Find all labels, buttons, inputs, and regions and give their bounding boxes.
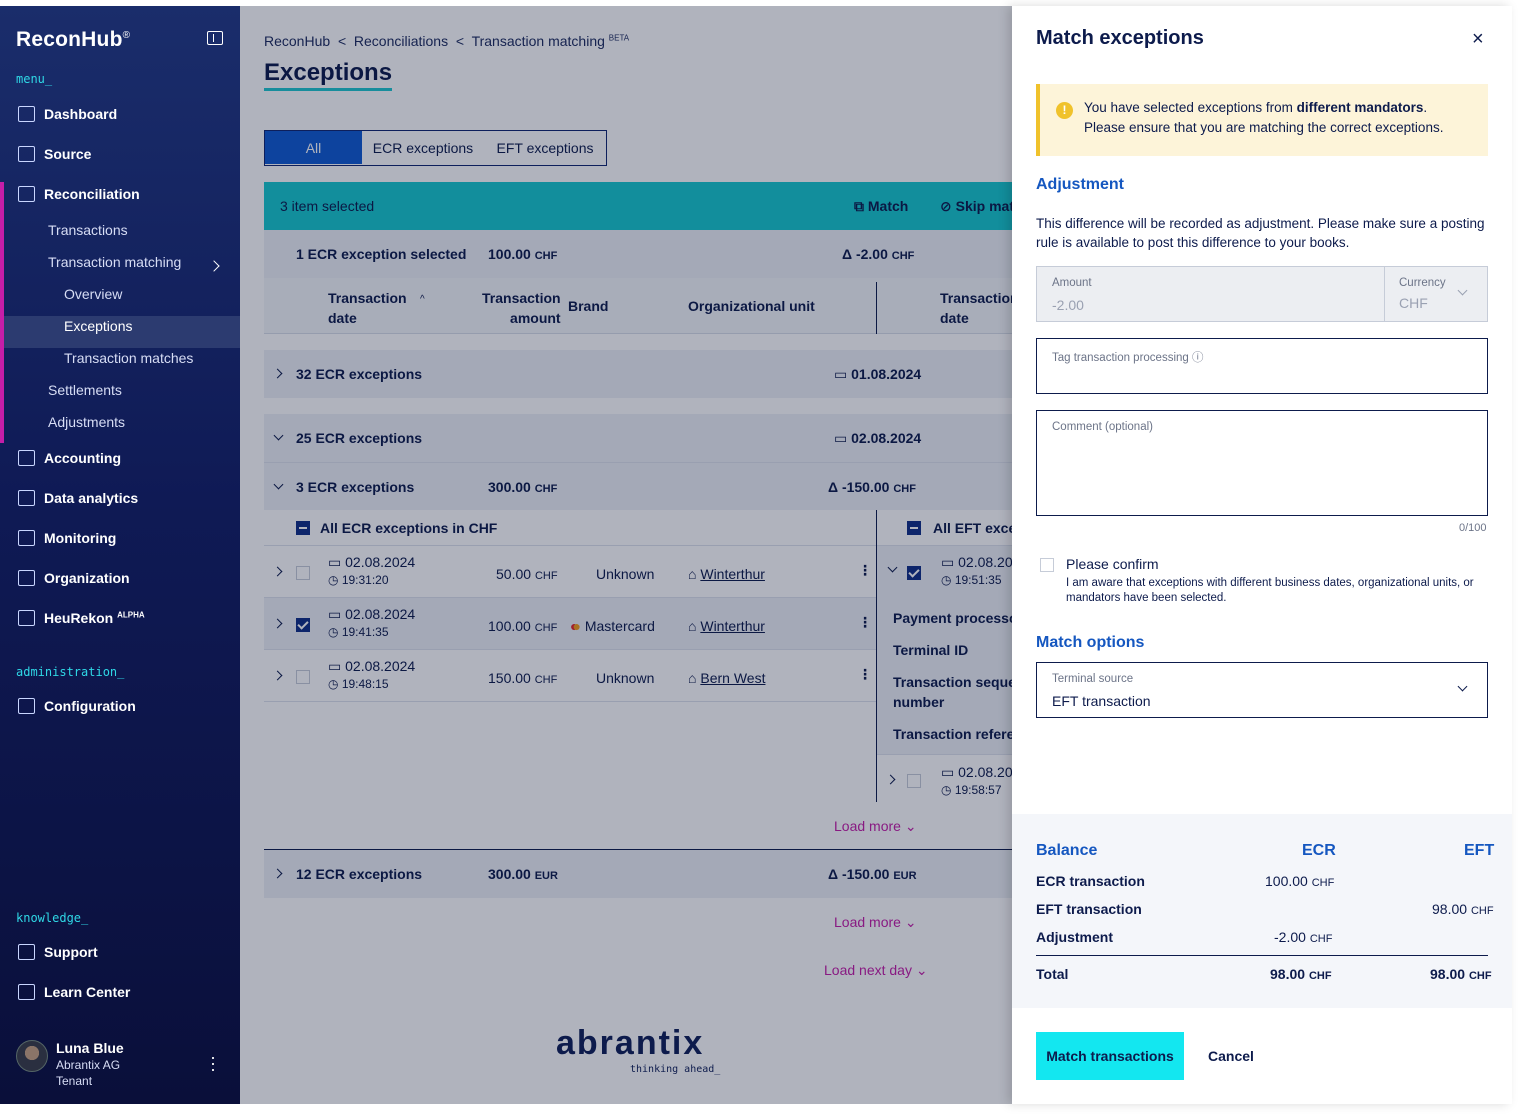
nav-support[interactable]: Support (0, 935, 240, 969)
brand-tagline: thinking ahead_ (630, 1064, 721, 1075)
learn-icon (18, 984, 35, 1000)
nav-transaction-matching[interactable]: Transaction matching (48, 247, 181, 277)
app-logo[interactable]: ReconHub® (16, 28, 130, 52)
nav-dashboard[interactable]: Dashboard (0, 97, 240, 131)
balance-section: Balance ECR EFT ECR transaction 100.00 C… (1012, 814, 1512, 1008)
comment-counter: 0/100 (1459, 522, 1487, 534)
match-options-heading: Match options (1036, 634, 1145, 651)
support-icon (18, 944, 35, 960)
section-label-knowledge: knowledge_ (16, 911, 89, 925)
confirm-title: Please confirm (1066, 556, 1159, 572)
warning-banner: ! You have selected exceptions from diff… (1036, 84, 1488, 156)
user-profile[interactable]: Luna Blue Abrantix AG Tenant (16, 1040, 124, 1088)
adjustment-heading: Adjustment (1036, 176, 1124, 193)
confirm-text: I am aware that exceptions with differen… (1066, 577, 1474, 604)
section-label-menu: menu_ (16, 72, 53, 86)
match-exceptions-panel: Match exceptions × ! You have selected e… (1012, 6, 1512, 1104)
config-icon (18, 698, 35, 714)
org-tree-icon (18, 570, 35, 586)
source-icon (18, 146, 35, 162)
chevron-right-icon (208, 260, 220, 272)
tag-transaction-processing-field[interactable]: Tag transaction processing ⓘ (1036, 338, 1488, 394)
nav-adjustments[interactable]: Adjustments (48, 407, 125, 437)
user-role: Tenant (56, 1074, 93, 1088)
user-org: Abrantix AG (56, 1058, 121, 1072)
main-content: ReconHub < Reconciliations < Transaction… (240, 6, 1012, 1104)
panel-title: Match exceptions (1036, 27, 1204, 49)
reconciliation-icon (18, 186, 35, 202)
cancel-button[interactable]: Cancel (1208, 1048, 1254, 1064)
nav-transaction-matches[interactable]: Transaction matches (64, 343, 193, 373)
avatar (16, 1040, 48, 1072)
nav-transactions[interactable]: Transactions (48, 215, 128, 245)
nav-overview[interactable]: Overview (64, 279, 122, 309)
match-transactions-button[interactable]: Match transactions (1036, 1032, 1184, 1080)
nav-data-analytics[interactable]: Data analytics (0, 481, 240, 515)
chart-icon (18, 490, 35, 506)
nav-accounting[interactable]: Accounting (0, 441, 240, 475)
nav-reconciliation[interactable]: Reconciliation (0, 177, 240, 211)
amount-field: Amount -2.00 Currency CHF (1036, 266, 1488, 322)
section-label-administration: administration_ (16, 665, 125, 679)
confirm-checkbox[interactable] (1040, 558, 1054, 572)
nav-heurekon[interactable]: HeuRekon ALPHA (0, 601, 240, 635)
terminal-source-select[interactable]: Terminal source EFT transaction (1036, 662, 1488, 718)
active-section-indicator (0, 182, 4, 443)
brand-logo: abrantix (556, 1024, 705, 1062)
collapse-sidebar-icon[interactable] (207, 31, 223, 45)
nav-configuration[interactable]: Configuration (0, 689, 240, 723)
close-icon[interactable]: × (1472, 28, 1484, 51)
warning-icon: ! (1056, 102, 1073, 119)
monitor-icon (18, 530, 35, 546)
chevron-down-icon (1457, 285, 1468, 296)
nav-source[interactable]: Source (0, 137, 240, 171)
user-name: Luna Blue (56, 1040, 124, 1056)
dashboard-icon (18, 106, 35, 122)
chat-icon (18, 610, 35, 626)
nav-organization[interactable]: Organization (0, 561, 240, 595)
chevron-down-icon (1457, 681, 1468, 692)
comment-field[interactable]: Comment (optional) (1036, 410, 1488, 516)
user-menu-icon[interactable]: · · · (210, 1048, 216, 1078)
adjustment-description: This difference will be recorded as adju… (1036, 216, 1485, 250)
nav-monitoring[interactable]: Monitoring (0, 521, 240, 555)
nav-learn-center[interactable]: Learn Center (0, 975, 240, 1009)
scale-icon (18, 450, 35, 466)
nav-settlements[interactable]: Settlements (48, 375, 122, 405)
sidebar: ReconHub® menu_ Dashboard Source Reconci… (0, 6, 240, 1104)
nav-exceptions[interactable]: Exceptions (64, 311, 132, 341)
help-icon[interactable]: ⓘ (1192, 352, 1204, 364)
modal-overlay[interactable] (240, 6, 1012, 1104)
